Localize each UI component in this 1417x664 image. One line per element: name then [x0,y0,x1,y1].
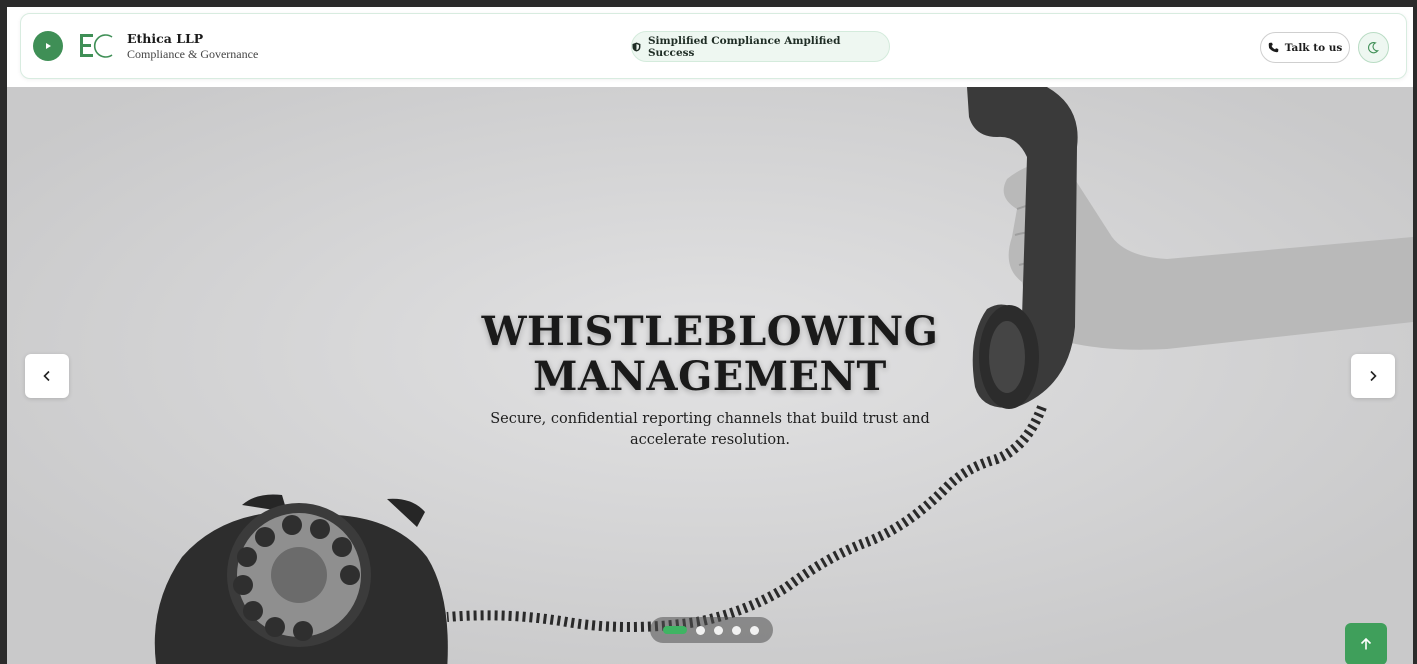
brand-name: Ethica LLP [127,30,204,46]
slide-dot-2[interactable] [696,625,705,635]
hero-subtitle: Secure, confidential reporting channels … [490,411,930,448]
site-header: Ethica LLP Compliance & Governance Simpl… [20,13,1407,79]
arrow-up-icon [1360,637,1372,650]
hero-carousel: WHISTLEBLOWING MANAGEMENT Secure, confid… [7,87,1413,664]
slide-indicators [650,617,773,643]
shield-icon [632,42,641,51]
slide-dot-3[interactable] [714,625,723,635]
slide-dot-1[interactable] [663,626,687,634]
menu-toggle-button[interactable] [33,31,63,61]
hero-title-line-2: MANAGEMENT [533,353,887,400]
theme-toggle-button[interactable] [1358,32,1389,63]
next-slide-button[interactable] [1351,354,1395,398]
scroll-to-top-button[interactable] [1345,623,1387,664]
talk-to-us-button[interactable]: Talk to us [1260,32,1350,63]
tagline-pill: Simplified Compliance Amplified Success [631,31,890,62]
chevron-left-icon [43,370,50,382]
previous-slide-button[interactable] [25,354,69,398]
phone-icon [1268,42,1278,53]
page-frame: Ethica LLP Compliance & Governance Simpl… [0,0,1417,664]
talk-to-us-label: Talk to us [1284,41,1343,54]
chevron-right-icon [1370,370,1377,382]
tagline-pill-text: Simplified Compliance Amplified Success [647,34,841,59]
ec-logo-icon[interactable] [80,33,114,59]
play-icon [46,43,51,49]
moon-icon [1367,42,1379,54]
slide-dot-5[interactable] [750,625,759,635]
hero-title-line-1: WHISTLEBLOWING [481,308,939,355]
hero-title: WHISTLEBLOWING MANAGEMENT [7,309,1413,399]
brand-tagline: Compliance & Governance [127,46,259,61]
brand-block[interactable]: Ethica LLP Compliance & Governance [127,31,258,61]
slide-dot-4[interactable] [732,625,741,635]
